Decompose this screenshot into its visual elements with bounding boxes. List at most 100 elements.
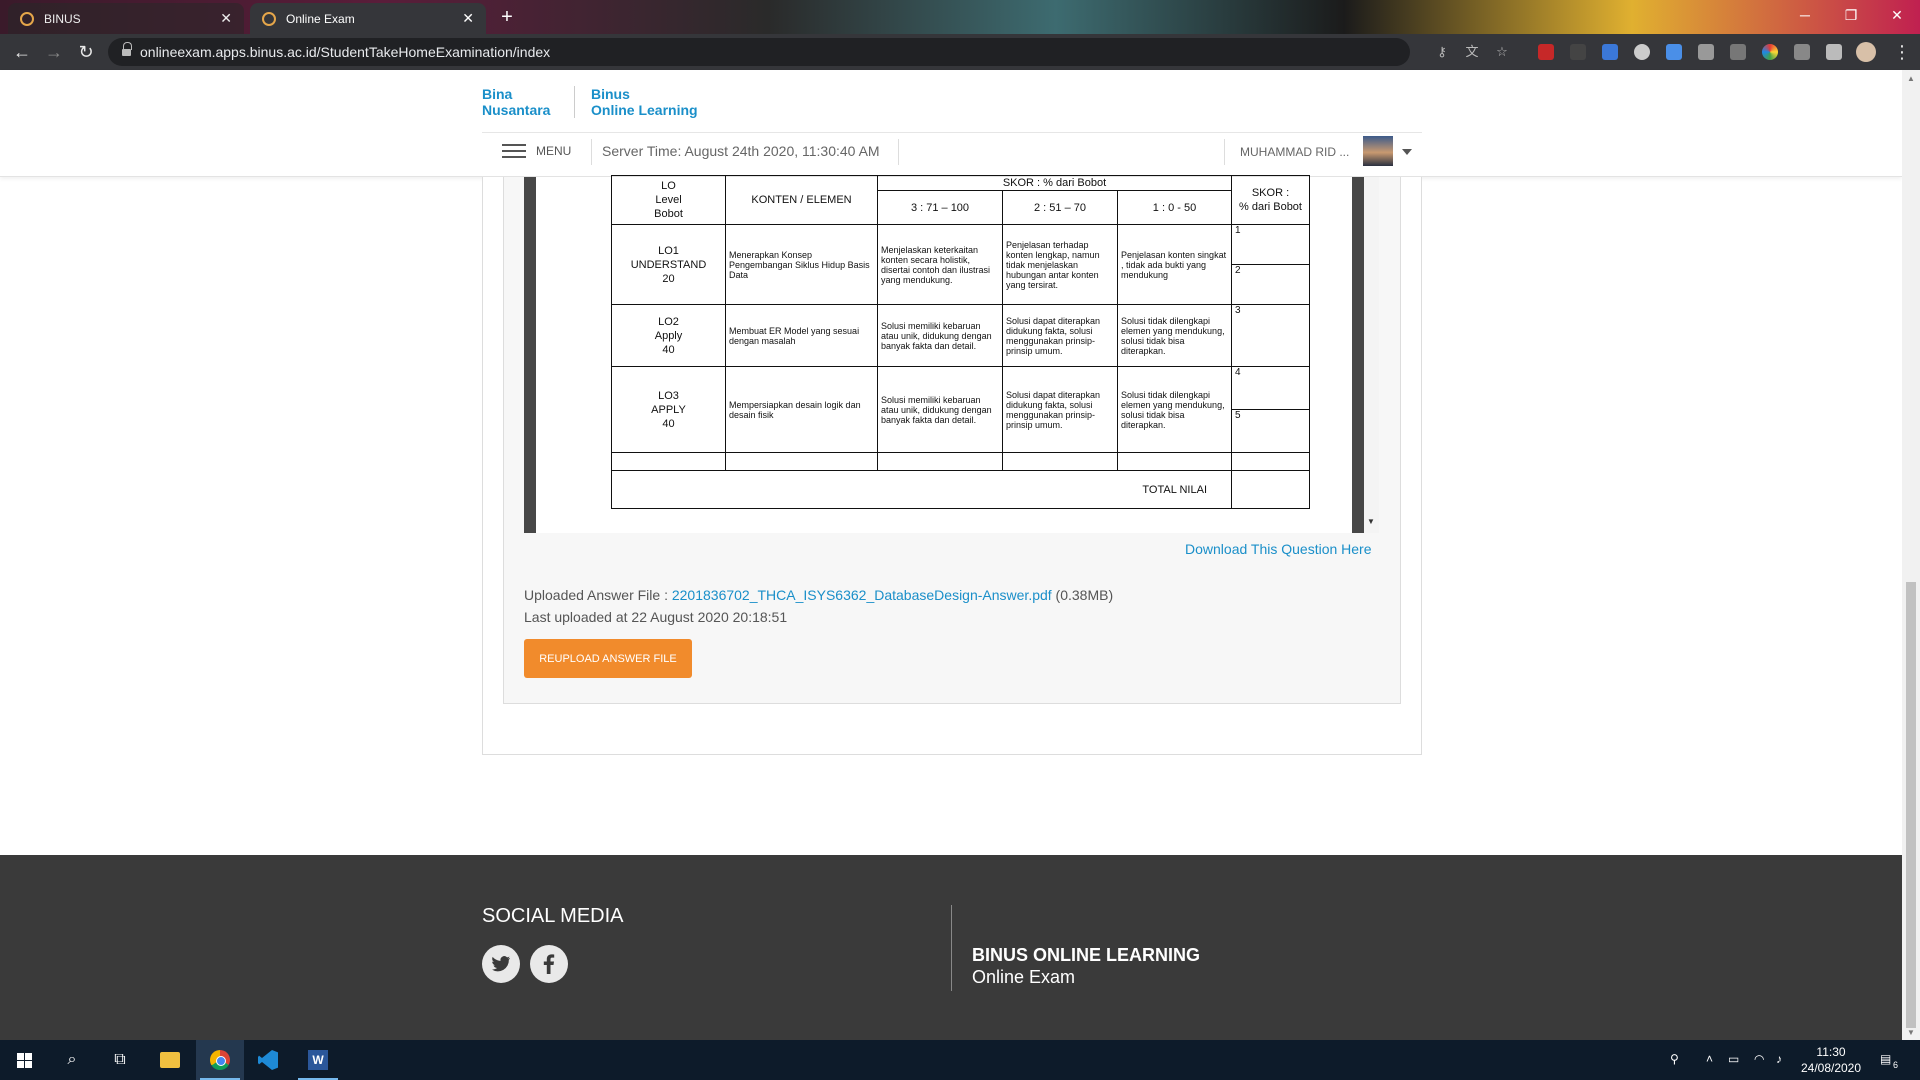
- adblock-extension-icon[interactable]: [1538, 44, 1554, 60]
- footer-divider: [951, 905, 952, 991]
- back-arrow-icon[interactable]: ←: [10, 40, 34, 64]
- facebook-icon[interactable]: [530, 945, 568, 983]
- color-extension-icon[interactable]: [1762, 44, 1778, 60]
- chevron-down-icon[interactable]: [1402, 149, 1412, 155]
- social-media-title: SOCIAL MEDIA: [482, 905, 624, 927]
- logo-line: Binus: [591, 86, 630, 102]
- reload-icon[interactable]: ↻: [74, 40, 98, 64]
- uploaded-label: Uploaded Answer File :: [524, 587, 672, 603]
- total-label-cell: TOTAL NILAI: [611, 470, 1232, 509]
- table-cell: [725, 452, 878, 471]
- table-header-cell: KONTEN / ELEMEN: [725, 175, 878, 225]
- table-cell: Menjelaskan keterkaitan konten secara ho…: [877, 224, 1003, 305]
- reupload-answer-button[interactable]: REUPLOAD ANSWER FILE: [524, 639, 692, 678]
- chevron-up-icon[interactable]: ˄: [1706, 1052, 1713, 1066]
- download-question-link[interactable]: Download This Question Here: [1185, 541, 1372, 557]
- file-explorer-icon[interactable]: [146, 1040, 194, 1080]
- table-cell: Solusi memiliki kebaruan atau unik, didu…: [877, 304, 1003, 367]
- table-cell: 3: [1231, 304, 1310, 367]
- word-icon[interactable]: W: [294, 1040, 342, 1080]
- binus-online-learning-logo[interactable]: Binus Online Learning: [591, 86, 698, 118]
- restore-button[interactable]: ❐: [1828, 0, 1874, 30]
- minimize-button[interactable]: ─: [1782, 0, 1828, 30]
- table-cell: LO1 UNDERSTAND 20: [611, 224, 726, 305]
- address-bar[interactable]: onlineexam.apps.binus.ac.id/StudentTakeH…: [108, 38, 1508, 66]
- clock-date: 24/08/2020: [1800, 1061, 1862, 1075]
- key-icon[interactable]: ⚷: [1434, 45, 1450, 59]
- people-icon[interactable]: ⚲: [1670, 1052, 1679, 1066]
- wifi-icon[interactable]: ◠: [1754, 1052, 1764, 1066]
- windows-taskbar: ⌕ ⧉ W ⚲ ˄ ▭ ◠ ♪ 11:30 24/08/2020 ▤ 6: [0, 1040, 1920, 1080]
- extension-icon[interactable]: [1570, 44, 1586, 60]
- tab-online-exam[interactable]: Online Exam ✕: [250, 3, 486, 34]
- extension-icon[interactable]: [1634, 44, 1650, 60]
- pdf-viewer-border: [524, 177, 536, 533]
- browser-toolbar: ← → ↻ onlineexam.apps.binus.ac.id/Studen…: [0, 34, 1920, 70]
- search-icon[interactable]: ⌕: [48, 1040, 96, 1080]
- vscode-icon[interactable]: [244, 1040, 292, 1080]
- star-icon[interactable]: ☆: [1494, 45, 1510, 59]
- extension-icon[interactable]: [1794, 44, 1810, 60]
- table-header-cell: SKOR : % dari Bobot: [877, 175, 1232, 191]
- scroll-up-arrow-icon[interactable]: ▲: [1907, 74, 1915, 83]
- battery-icon[interactable]: ▭: [1728, 1052, 1739, 1066]
- puzzle-icon[interactable]: [1826, 44, 1842, 60]
- table-cell: 4: [1231, 366, 1310, 410]
- sub-navigation: MENU Server Time: August 24th 2020, 11:3…: [482, 132, 1422, 170]
- divider: [1224, 139, 1225, 165]
- url-text[interactable]: onlineexam.apps.binus.ac.id/StudentTakeH…: [140, 44, 550, 60]
- page-scrollbar[interactable]: ▲ ▼: [1902, 70, 1920, 1040]
- table-cell: Penjelasan konten singkat , tidak ada bu…: [1117, 224, 1232, 305]
- profile-avatar[interactable]: [1856, 42, 1876, 62]
- volume-icon[interactable]: ♪: [1776, 1052, 1782, 1066]
- menu-button[interactable]: MENU: [502, 143, 571, 159]
- tab-label: BINUS: [44, 11, 81, 26]
- kebab-menu-icon[interactable]: ⋮: [1890, 40, 1914, 64]
- table-cell: 5: [1231, 409, 1310, 453]
- notification-icon[interactable]: ▤: [1880, 1052, 1891, 1066]
- shield-icon[interactable]: [1730, 44, 1746, 60]
- close-window-button[interactable]: ✕: [1874, 0, 1920, 30]
- extension-icon[interactable]: [1602, 44, 1618, 60]
- avatar[interactable]: [1363, 136, 1393, 166]
- twitter-icon[interactable]: [482, 945, 520, 983]
- pdf-scrollbar[interactable]: [1352, 177, 1364, 533]
- table-row: [611, 452, 1310, 471]
- scroll-down-arrow-icon[interactable]: ▼: [1907, 1028, 1915, 1037]
- forward-arrow-icon[interactable]: →: [42, 40, 66, 64]
- close-tab-icon[interactable]: ✕: [462, 10, 474, 27]
- table-cell: [877, 452, 1003, 471]
- user-name[interactable]: MUHAMMAD RID ...: [1240, 145, 1349, 159]
- table-header-cell: 1 : 0 - 50: [1117, 190, 1232, 225]
- translate-icon[interactable]: 文: [1464, 45, 1480, 59]
- new-tab-button[interactable]: +: [495, 6, 519, 30]
- chrome-icon[interactable]: [196, 1040, 244, 1080]
- clock-time: 11:30: [1816, 1045, 1846, 1059]
- bina-nusantara-logo[interactable]: Bina Nusantara: [482, 86, 550, 118]
- footer: SOCIAL MEDIA BINUS ONLINE LEARNING Onlin…: [0, 855, 1902, 1040]
- menu-label: MENU: [536, 144, 572, 158]
- tab-binus[interactable]: BINUS ✕: [8, 3, 244, 34]
- uploaded-file-link[interactable]: 2201836702_THCA_ISYS6362_DatabaseDesign-…: [672, 587, 1052, 603]
- task-view-icon[interactable]: ⧉: [96, 1040, 144, 1080]
- lock-icon[interactable]: [122, 42, 132, 57]
- table-cell: Solusi memiliki kebaruan atau unik, didu…: [877, 366, 1003, 453]
- footer-brand: BINUS ONLINE LEARNING: [972, 945, 1201, 965]
- close-tab-icon[interactable]: ✕: [220, 10, 232, 27]
- pdf-viewer[interactable]: LO Level Bobot KONTEN / ELEMEN SKOR : % da…: [524, 175, 1379, 533]
- divider: [591, 139, 592, 165]
- table-row: TOTAL NILAI: [611, 470, 1310, 509]
- table-row: LO Level Bobot KONTEN / ELEMEN SKOR : % da…: [611, 175, 1310, 225]
- scroll-down-arrow-icon[interactable]: ▼: [1367, 517, 1375, 526]
- table-cell: Solusi dapat diterapkan didukung fakta, …: [1002, 366, 1118, 453]
- hamburger-icon: [502, 143, 526, 159]
- windows-start-icon[interactable]: [0, 1040, 48, 1080]
- table-row: LO3 APPLY 40 Mempersiapkan desain logik da…: [611, 366, 1310, 453]
- table-header-cell: 3 : 71 – 100: [877, 190, 1003, 225]
- extension-icon[interactable]: [1698, 44, 1714, 60]
- table-cell: Penjelasan terhadap konten lengkap, namu…: [1002, 224, 1118, 305]
- extension-icon[interactable]: [1666, 44, 1682, 60]
- taskbar-clock[interactable]: 11:30 24/08/2020: [1795, 1044, 1867, 1076]
- site-header: Bina Nusantara Binus Online Learning MEN…: [0, 70, 1902, 177]
- scrollbar-thumb[interactable]: [1906, 582, 1916, 1028]
